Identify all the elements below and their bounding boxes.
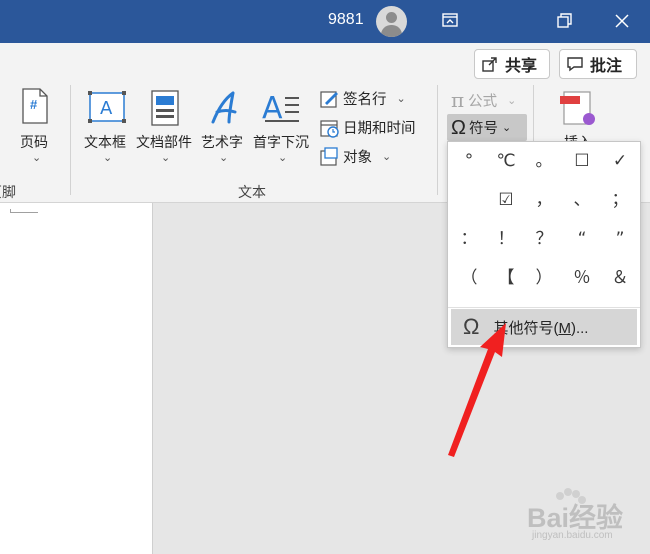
textbox-label: 文本框 [84, 134, 126, 150]
textbox-button[interactable]: A 文本框 ⌄ [82, 88, 132, 166]
chevron-down-icon: ⌄ [507, 94, 517, 107]
symbol-cell[interactable]: ？ [525, 220, 563, 258]
symbol-label: 符号 [468, 121, 498, 137]
chevron-down-icon: ⌄ [219, 152, 229, 164]
symbol-grid: ° ℃。 ☐ ✓ ☑，、； ：！？ “” （【）％＆ [448, 142, 640, 306]
comment-icon [567, 57, 583, 72]
symbol-cell[interactable]: ， [525, 181, 563, 219]
share-label: 共享 [505, 58, 538, 75]
wordart-button[interactable]: 艺术字 ⌄ [199, 88, 249, 166]
chevron-down-icon: ⌄ [161, 152, 171, 164]
textbox-icon: A [88, 91, 126, 123]
symbol-cell[interactable]: ☑ [487, 181, 525, 219]
quick-parts-button[interactable]: 文档部件 ⌄ [134, 88, 196, 166]
page-number-hash: # [30, 97, 38, 112]
avatar[interactable] [376, 6, 407, 37]
symbol-cell[interactable]: 。 [525, 142, 563, 180]
symbol-cell[interactable]: ℃ [487, 142, 525, 180]
omega-icon: Ω [451, 116, 466, 139]
symbol-cell[interactable]: ＆ [601, 259, 639, 297]
text-group-label: 文本 [238, 184, 266, 200]
chevron-down-icon: ⌄ [501, 122, 512, 134]
symbol-cell[interactable]: ： [450, 220, 488, 258]
share-icon [482, 57, 497, 72]
chevron-down-icon: ⌄ [396, 93, 406, 105]
symbol-cell[interactable]: ☐ [563, 142, 601, 180]
page-corner-mark [10, 209, 38, 213]
restore-icon[interactable] [550, 8, 578, 34]
symbol-cell[interactable]: ” [601, 220, 639, 258]
document-page[interactable] [0, 203, 153, 554]
page-number-label: 页码 [20, 134, 48, 150]
insert-media-button[interactable]: 插入 [552, 88, 602, 150]
signature-line-button[interactable]: 签名行 ⌄ [320, 88, 406, 109]
object-label: 对象 [343, 150, 372, 166]
date-time-label: 日期和时间 [343, 121, 416, 137]
symbol-cell[interactable]: ％ [563, 259, 601, 297]
symbol-cell[interactable]: ！ [487, 220, 525, 258]
avatar-head [386, 12, 397, 23]
symbol-button[interactable]: Ω 符号 ⌄ [447, 114, 527, 141]
chevron-down-icon: ⌄ [32, 152, 42, 164]
symbol-cell[interactable]: ✓ [601, 142, 639, 180]
equation-label: 公式 [468, 93, 498, 110]
symbol-cell[interactable]: ； [601, 181, 639, 219]
group-separator [70, 85, 71, 195]
equation-icon: π [451, 88, 465, 112]
object-icon [320, 146, 338, 166]
symbol-cell[interactable]: （ [450, 259, 488, 297]
symbol-cell[interactable]: ° [450, 142, 488, 180]
symbol-cell[interactable] [450, 181, 488, 219]
symbol-cell[interactable]: ） [525, 259, 563, 297]
menu-divider [448, 307, 640, 308]
chevron-down-icon: ⌄ [278, 152, 288, 164]
signature-line-label: 签名行 [343, 92, 387, 108]
share-button[interactable]: 共享 [474, 49, 550, 79]
watermark-url: jingyan.baidu.com [532, 530, 613, 541]
chevron-down-icon: ⌄ [103, 152, 113, 164]
signature-line-icon [320, 90, 338, 108]
equation-button[interactable]: π 公式 ⌄ [451, 88, 516, 112]
quick-parts-icon [151, 90, 179, 126]
comments-button[interactable]: 批注 [559, 49, 637, 79]
header-footer-group-label: 页脚 [0, 184, 16, 200]
svg-text:A: A [100, 98, 113, 119]
chevron-down-icon: ⌄ [382, 151, 392, 163]
annotation-arrow [448, 323, 506, 457]
date-time-icon [320, 119, 339, 138]
ribbon-display-options-icon[interactable] [436, 8, 464, 34]
avatar-body [381, 25, 402, 37]
drop-cap-button[interactable]: A 首字下沉 ⌄ [251, 88, 313, 166]
date-time-button[interactable]: 日期和时间 [320, 117, 416, 138]
symbol-cell[interactable]: “ [563, 220, 601, 258]
comments-label: 批注 [590, 58, 623, 75]
wordart-icon [211, 91, 237, 124]
quick-parts-label: 文档部件 [136, 134, 192, 150]
drop-cap-label: 首字下沉 [253, 134, 309, 150]
page-number-button[interactable]: # 页码 ⌄ [14, 88, 58, 166]
user-name: 9881 [328, 11, 364, 28]
object-button[interactable]: 对象 ⌄ [320, 146, 391, 167]
close-icon[interactable] [608, 8, 636, 34]
symbol-cell[interactable]: 【 [487, 259, 525, 297]
insert-media-icon [560, 91, 595, 125]
drop-cap-icon: A [262, 91, 299, 126]
group-separator [437, 85, 438, 195]
title-bar: 9881 [0, 0, 650, 43]
wordart-label: 艺术字 [201, 134, 243, 150]
symbol-cell[interactable]: 、 [563, 181, 601, 219]
